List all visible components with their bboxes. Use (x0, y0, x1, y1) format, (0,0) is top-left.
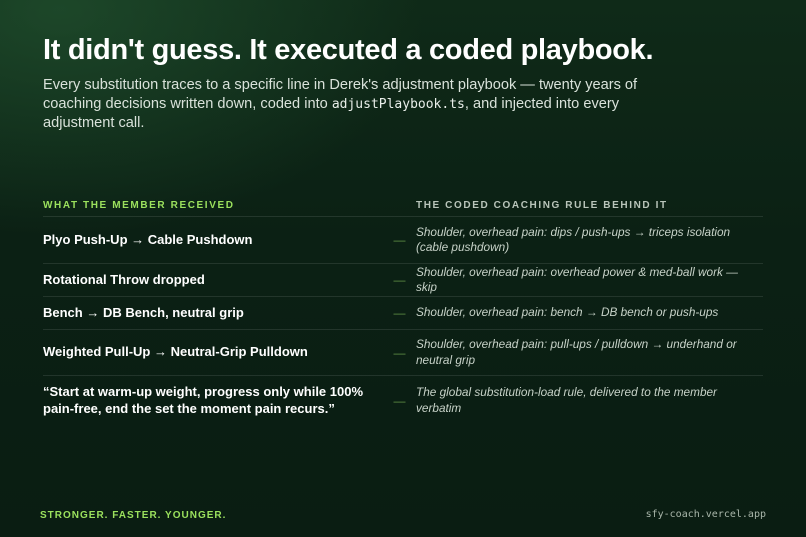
footer-url[interactable]: sfy-coach.vercel.app (646, 509, 766, 520)
rule-cell: Shoulder, overhead pain: overhead power … (416, 264, 738, 295)
received-cell: Weighted Pull-Up → Neutral-Grip Pulldown (43, 344, 308, 360)
subtitle: Every substitution traces to a specific … (43, 76, 643, 133)
footer-tagline: STRONGER. FASTER. YOUNGER. (40, 510, 227, 521)
slide: It didn't guess. It executed a coded pla… (0, 0, 806, 537)
received-cell: Plyo Push-Up → Cable Pushdown (43, 231, 253, 247)
table-row: Rotational Throw dropped — Shoulder, ove… (43, 263, 763, 296)
subtitle-code: adjustPlaybook.ts (331, 96, 465, 112)
rule-cell: The global substitution-load rule, deliv… (416, 385, 717, 415)
row-separator-dash: — (393, 345, 406, 360)
received-cell: “Start at warm-up weight, progress only … (43, 384, 364, 416)
table-row: Plyo Push-Up → Cable Pushdown — Shoulder… (43, 216, 763, 263)
received-cell: Bench → DB Bench, neutral grip (43, 304, 244, 320)
rule-cell: Shoulder, overhead pain: pull-ups / pull… (416, 337, 737, 367)
table-row: Weighted Pull-Up → Neutral-Grip Pulldown… (43, 329, 763, 375)
row-separator-dash: — (393, 233, 406, 247)
received-cell: Rotational Throw dropped (43, 271, 205, 287)
rule-cell: Shoulder, overhead pain: bench → DB benc… (416, 305, 719, 320)
column-header-rule: THE CODED COACHING RULE BEHIND IT (416, 200, 668, 211)
table-row: “Start at warm-up weight, progress only … (43, 375, 763, 425)
row-separator-dash: — (393, 306, 406, 320)
row-separator-dash: — (393, 393, 406, 408)
table-row: Bench → DB Bench, neutral grip — Shoulde… (43, 296, 763, 329)
headline: It didn't guess. It executed a coded pla… (43, 34, 654, 66)
rule-cell: Shoulder, overhead pain: dips / push-ups… (416, 224, 731, 255)
row-separator-dash: — (393, 273, 406, 287)
column-header-received: WHAT THE MEMBER RECEIVED (43, 200, 235, 211)
substitution-table: Plyo Push-Up → Cable Pushdown — Shoulder… (43, 216, 763, 425)
